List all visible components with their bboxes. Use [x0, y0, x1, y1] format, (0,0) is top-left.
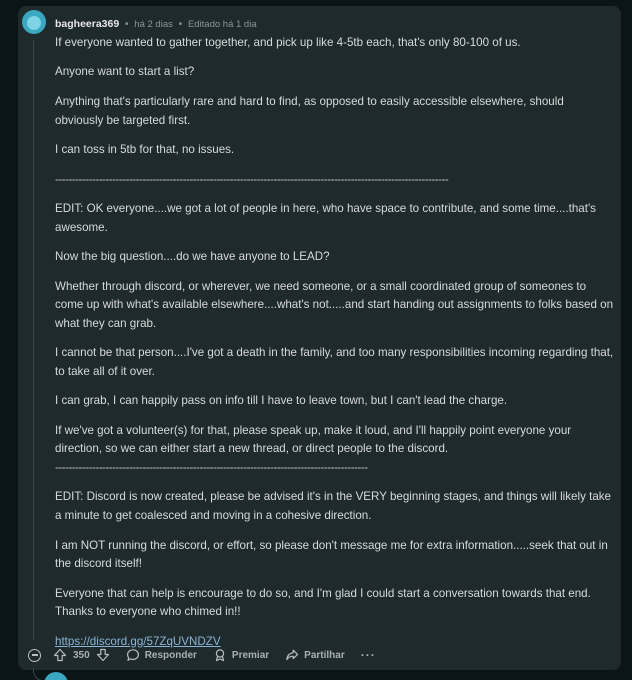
- comment-paragraph: If everyone wanted to gather together, a…: [55, 36, 521, 49]
- username-link[interactable]: bagheera369: [55, 18, 119, 30]
- meta-separator: •: [125, 19, 129, 30]
- award-icon: [213, 648, 227, 662]
- minus-icon: [31, 654, 38, 656]
- comment-paragraph: I am NOT running the discord, or effort,…: [55, 538, 608, 571]
- avatar[interactable]: [22, 10, 46, 34]
- award-label: Premiar: [231, 649, 270, 661]
- comment-paragraph: Everyone that can help is encourage to d…: [55, 586, 591, 619]
- comment-paragraph: Anyone want to start a list?: [55, 65, 195, 79]
- meta-separator: •: [178, 19, 183, 30]
- comment-paragraph: Now the big question....do we have anyon…: [55, 250, 330, 264]
- avatar-face: [27, 16, 41, 30]
- more-options-button[interactable]: ···: [361, 648, 376, 662]
- share-button[interactable]: Partilhar: [285, 648, 345, 662]
- award-button[interactable]: Premiar: [213, 648, 269, 662]
- vote-count: 350: [73, 649, 90, 661]
- reply-label: Responder: [144, 649, 197, 661]
- comment-paragraph: I can grab, I can happily pass on info t…: [55, 394, 508, 408]
- comment-body: If everyone wanted to gather together, a…: [55, 34, 615, 662]
- comment-paragraph: Whether through discord, or wherever, we…: [55, 279, 614, 330]
- collapse-button[interactable]: [28, 648, 41, 662]
- text-divider: ----------------------------------------…: [55, 172, 449, 186]
- share-label: Partilhar: [304, 649, 345, 661]
- comment-paragraph: EDIT: OK everyone....we got a lot of peo…: [55, 202, 596, 234]
- share-icon: [285, 648, 299, 662]
- comment-paragraph: If we've got a volunteer(s) for that, pl…: [55, 423, 572, 456]
- edited-time: Editado há 1 dia: [187, 19, 257, 30]
- upvote-icon[interactable]: [53, 648, 67, 662]
- comment-bubble-icon: [126, 648, 140, 662]
- comment-actions: 350 Responder Premiar Partilhar ···: [28, 645, 392, 665]
- downvote-icon[interactable]: [96, 648, 110, 662]
- text-divider: ----------------------------------------…: [55, 461, 368, 474]
- comment-paragraph: I cannot be that person....I've got a de…: [55, 346, 614, 378]
- comment-paragraph: I can toss in 5tb for that, no issues.: [55, 143, 235, 157]
- page-canvas: bagheera369 • há 2 dias • Editado há 1 d…: [0, 0, 632, 680]
- comment-paragraph: EDIT: Discord is now created, please be …: [55, 490, 612, 523]
- comment-meta: bagheera369 • há 2 dias • Editado há 1 d…: [55, 17, 257, 32]
- comment-paragraph: Anything that's particularly rare and ha…: [55, 94, 564, 127]
- vote-group: 350: [53, 648, 110, 662]
- thread-line[interactable]: [33, 40, 34, 640]
- reply-button[interactable]: Responder: [126, 648, 197, 662]
- posted-time: há 2 dias: [134, 19, 173, 30]
